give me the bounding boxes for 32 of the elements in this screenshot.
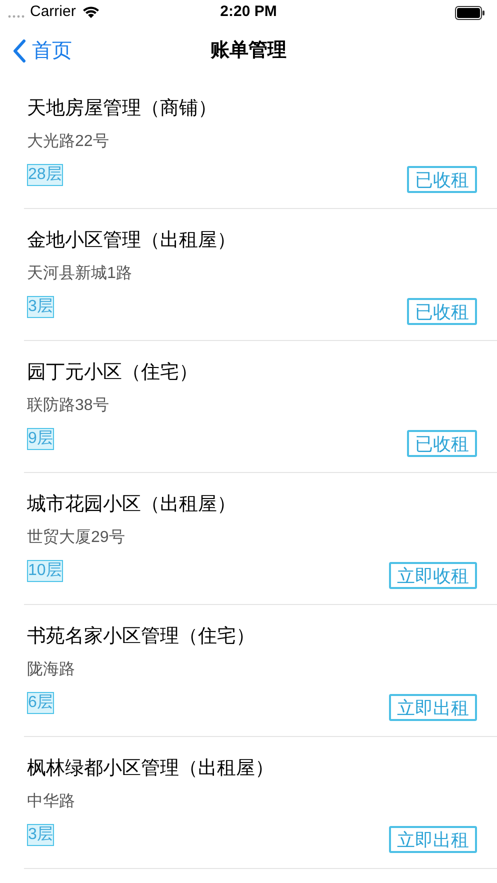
- rent-button[interactable]: 立即出租: [389, 826, 477, 853]
- floor-tag: 9层: [27, 428, 54, 450]
- rent-button[interactable]: 已收租: [407, 298, 477, 325]
- chevron-left-icon: [12, 39, 26, 63]
- carrier-name: Carrier: [30, 2, 76, 22]
- floor-tag: 10层: [27, 560, 63, 582]
- wifi-icon: [82, 6, 100, 19]
- rent-button[interactable]: 已收租: [407, 166, 477, 193]
- property-name: 园丁元小区（住宅）: [26, 361, 199, 385]
- battery-icon: [455, 6, 485, 20]
- floor-tag: 28层: [27, 164, 63, 186]
- property-address: 陇海路: [26, 660, 76, 680]
- property-name: 枫林绿都小区管理（出租屋）: [26, 757, 275, 781]
- property-address: 天河县新城1路: [26, 264, 133, 284]
- property-address: 联防路38号: [26, 396, 110, 416]
- property-name: 天地房屋管理（商铺）: [26, 97, 218, 121]
- floor-tag: 3层: [27, 824, 54, 846]
- rent-button[interactable]: 立即收租: [389, 562, 477, 589]
- rent-button[interactable]: 立即出租: [389, 694, 477, 721]
- back-button[interactable]: 首页: [0, 36, 72, 66]
- floor-tag: 3层: [27, 296, 54, 318]
- property-address: 世贸大厦29号: [26, 528, 126, 548]
- floor-tag: 6层: [27, 692, 54, 714]
- property-name: 金地小区管理（出租屋）: [26, 229, 237, 253]
- property-address: 大光路22号: [26, 132, 110, 152]
- rent-button[interactable]: 已收租: [407, 430, 477, 457]
- property-address: 中华路: [26, 792, 76, 812]
- signal-icon: [8, 15, 26, 18]
- property-name: 书苑名家小区管理（住宅）: [26, 625, 256, 649]
- status-time: 2:20 PM: [220, 2, 277, 22]
- property-name: 城市花园小区（出租屋）: [26, 493, 237, 517]
- page-title: 账单管理: [210, 38, 286, 63]
